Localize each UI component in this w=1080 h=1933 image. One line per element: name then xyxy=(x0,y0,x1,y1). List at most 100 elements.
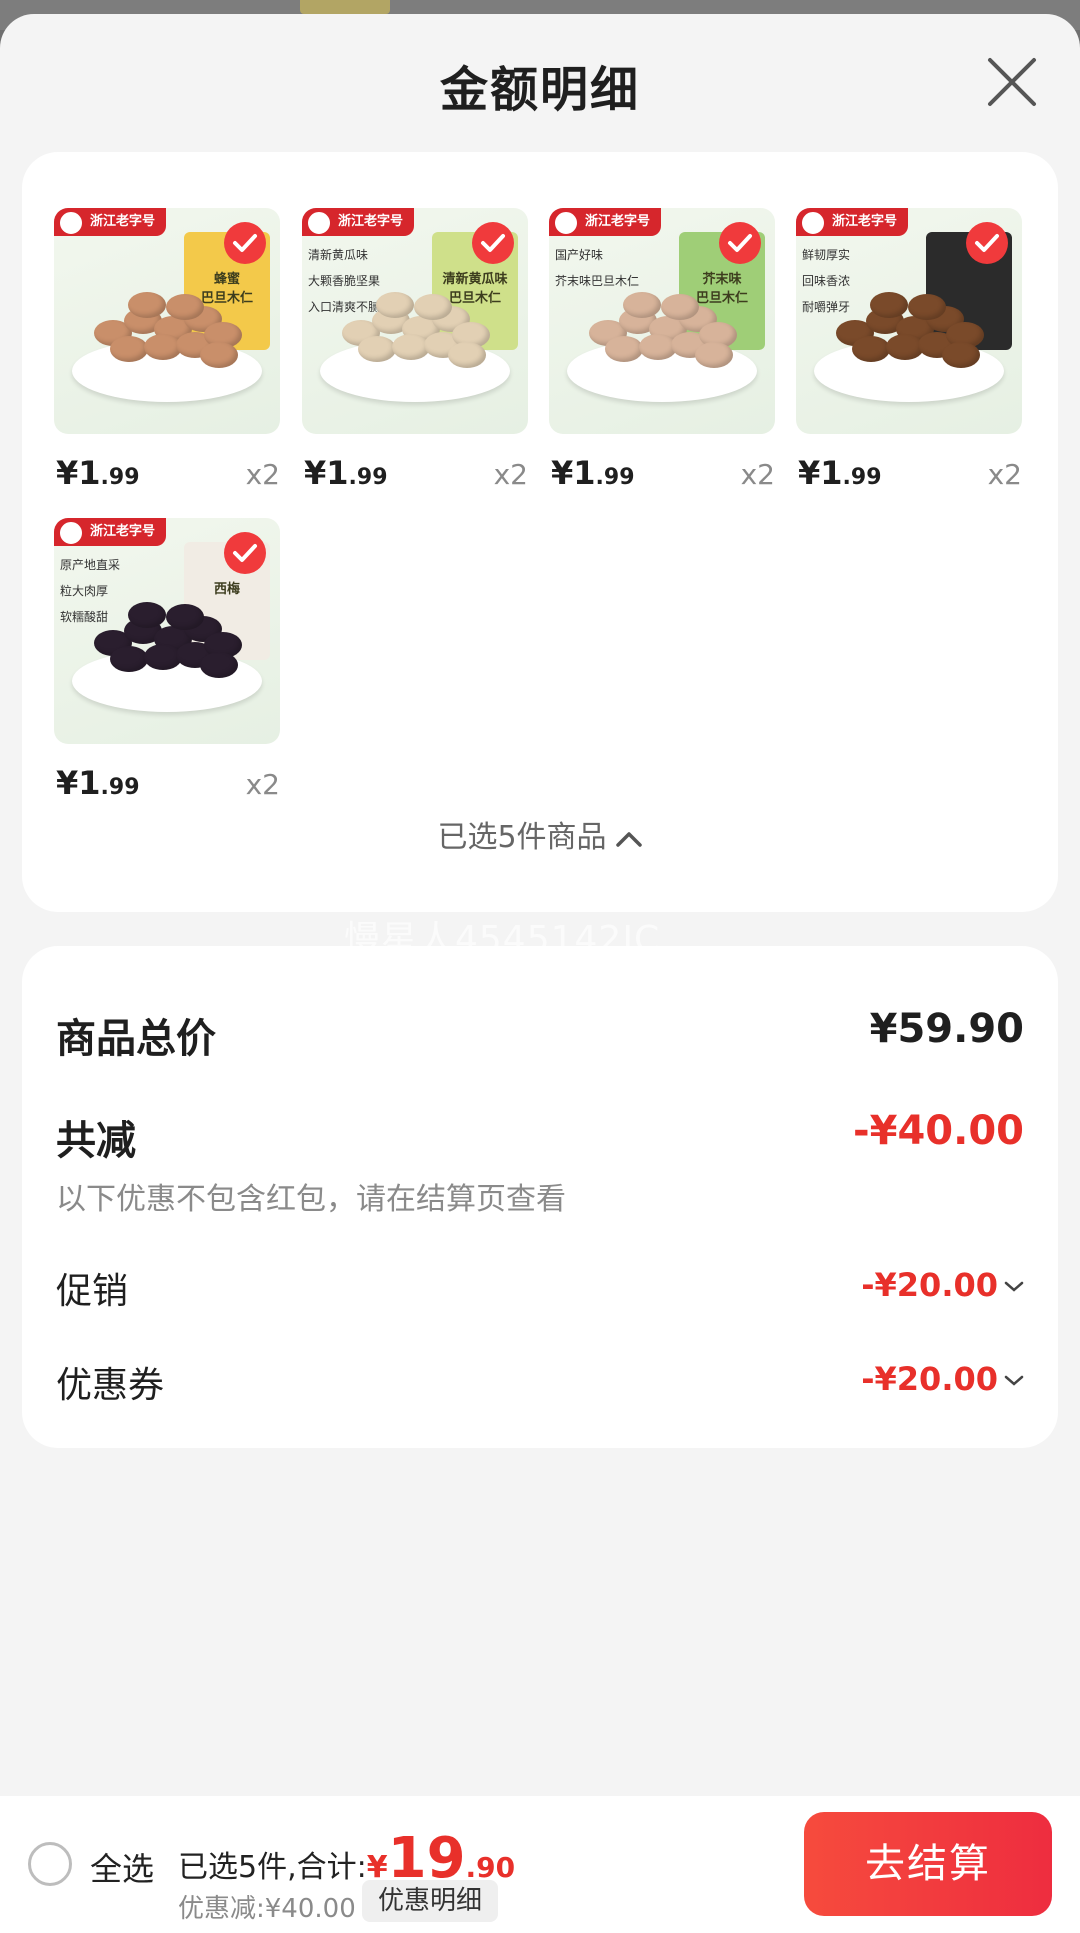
product-food-piece xyxy=(110,336,148,362)
product-price: ¥1.99 xyxy=(56,764,140,802)
coupon-row[interactable]: 优惠券 -¥20.00 xyxy=(56,1356,1024,1408)
product-feature-tag: 芥末味巴旦木仁 xyxy=(555,274,640,288)
brand-logo-icon xyxy=(306,210,332,236)
price-decimal: .99 xyxy=(100,465,140,490)
background-product-peek xyxy=(300,0,390,14)
amount-detail-sheet: 金额明细 浙江老字号 蜂蜜 巴旦木仁 ¥1.99 x2 浙江老字号 清新黄瓜味 巴旦木仁清… xyxy=(0,14,1080,1933)
product-food-piece xyxy=(623,292,661,318)
reduction-note: 以下优惠不包含红包，请在结算页查看 xyxy=(56,1182,566,1217)
product-feature-tag: 原产地直采 xyxy=(60,558,121,572)
product-price: ¥1.99 xyxy=(551,454,635,492)
product-food-piece xyxy=(110,646,148,672)
price-integer: ¥1 xyxy=(56,764,101,802)
discount-detail-button[interactable]: 优惠明细 xyxy=(362,1880,499,1922)
checkmark-icon[interactable] xyxy=(472,222,514,264)
chevron-down-icon xyxy=(1004,1281,1024,1292)
product-feature-tag: 大颗香脆坚果 xyxy=(308,274,381,288)
checkmark-icon[interactable] xyxy=(224,532,266,574)
product-quantity: x2 xyxy=(987,458,1022,491)
product-quantity: x2 xyxy=(245,768,280,801)
product-item[interactable]: 浙江老字号 鲜韧厚实 回味香浓 耐嚼弹牙 ¥1.99 x2 xyxy=(796,208,1022,498)
product-food-piece xyxy=(200,652,238,678)
coupon-label: 优惠券 xyxy=(56,1365,165,1406)
product-image: 浙江老字号 鲜韧厚实 回味香浓 耐嚼弹牙 xyxy=(796,208,1022,434)
brand-logo-icon xyxy=(800,210,826,236)
product-item[interactable]: 浙江老字号 芥末味 巴旦木仁 国产好味 芥末味巴旦木仁 ¥1.99 x2 xyxy=(549,208,775,498)
brand-logo-icon xyxy=(58,520,84,546)
product-food-piece xyxy=(200,342,238,368)
product-food-piece xyxy=(128,602,166,628)
checkout-bar: 全选 已选5件,合计:¥19.90 优惠减:¥40.00 优惠明细 去结算 xyxy=(0,1796,1080,1933)
checkout-button[interactable]: 去结算 xyxy=(804,1812,1052,1916)
brand-logo-icon xyxy=(58,210,84,236)
brand-logo-icon xyxy=(553,210,579,236)
promotion-label: 促销 xyxy=(56,1271,129,1312)
product-food-piece xyxy=(908,294,946,320)
product-image: 浙江老字号 清新黄瓜味 巴旦木仁 清新黄瓜味 大颗香脆坚果 入口清爽不腻 xyxy=(302,208,528,434)
price-decimal: .99 xyxy=(595,465,635,490)
price-integer: ¥1 xyxy=(551,454,596,492)
total-reduction-value: -¥40.00 xyxy=(853,1108,1024,1154)
selected-items-label: 已选5件商品 xyxy=(437,820,607,855)
product-item[interactable]: 浙江老字号 蜂蜜 巴旦木仁 ¥1.99 x2 xyxy=(54,208,280,498)
promotion-amount: -¥20.00 xyxy=(861,1266,998,1304)
product-food-piece xyxy=(605,336,643,362)
product-quantity: x2 xyxy=(740,458,775,491)
coupon-value[interactable]: -¥20.00 xyxy=(861,1360,1024,1398)
product-feature-tag: 清新黄瓜味 xyxy=(308,248,369,262)
chevron-down-icon xyxy=(1004,1375,1024,1386)
total-prefix: 已选5件,合计: xyxy=(178,1850,367,1885)
product-food-piece xyxy=(128,292,166,318)
coupon-amount: -¥20.00 xyxy=(861,1360,998,1398)
product-food-piece xyxy=(166,294,204,320)
price-summary-card: 商品总价 ¥59.90 共减 -¥40.00 以下优惠不包含红包，请在结算页查看… xyxy=(22,946,1058,1448)
product-food-piece xyxy=(448,342,486,368)
price-integer: ¥1 xyxy=(56,454,101,492)
product-food-piece xyxy=(661,294,699,320)
total-reduction-row: 共减 -¥40.00 xyxy=(56,1108,1024,1166)
price-decimal: .99 xyxy=(100,775,140,800)
product-item[interactable]: 浙江老字号 西梅 原产地直采 粒大肉厚 软糯酸甜 ¥1.99 x2 xyxy=(54,518,280,808)
promotion-row[interactable]: 促销 -¥20.00 xyxy=(56,1262,1024,1314)
checkmark-icon[interactable] xyxy=(719,222,761,264)
product-food-piece xyxy=(852,336,890,362)
total-reduction-label: 共减 xyxy=(56,1118,136,1164)
product-feature-tag: 鲜韧厚实 xyxy=(802,248,851,262)
sheet-title: 金额明细 xyxy=(439,62,640,118)
checkmark-icon[interactable] xyxy=(224,222,266,264)
checkmark-icon[interactable] xyxy=(966,222,1008,264)
product-price: ¥1.99 xyxy=(304,454,388,492)
product-feature-tag: 耐嚼弹牙 xyxy=(802,300,851,314)
product-item[interactable]: 浙江老字号 清新黄瓜味 巴旦木仁 清新黄瓜味 大颗香脆坚果 入口清爽不腻 ¥1.99 x2 xyxy=(302,208,528,498)
close-button[interactable] xyxy=(984,54,1040,110)
product-food-piece xyxy=(414,294,452,320)
product-price: ¥1.99 xyxy=(56,454,140,492)
product-image: 浙江老字号 蜂蜜 巴旦木仁 xyxy=(54,208,280,434)
goods-total-row: 商品总价 ¥59.90 xyxy=(56,1006,1024,1064)
product-image: 浙江老字号 芥末味 巴旦木仁 国产好味 芥末味巴旦木仁 xyxy=(549,208,775,434)
goods-total-value: ¥59.90 xyxy=(869,1006,1024,1052)
product-image: 浙江老字号 西梅 原产地直采 粒大肉厚 软糯酸甜 xyxy=(54,518,280,744)
select-all-radio[interactable] xyxy=(28,1842,72,1886)
close-icon xyxy=(988,58,1036,106)
product-quantity: x2 xyxy=(245,458,280,491)
chevron-up-icon xyxy=(615,831,642,847)
product-food-piece xyxy=(166,604,204,630)
product-feature-tag: 粒大肉厚 xyxy=(60,584,109,598)
product-feature-tag: 国产好味 xyxy=(555,248,604,262)
discount-amount: 优惠减:¥40.00 xyxy=(178,1894,356,1924)
select-all-label[interactable]: 全选 xyxy=(90,1844,154,1890)
product-food-piece xyxy=(695,342,733,368)
promotion-value[interactable]: -¥20.00 xyxy=(861,1266,1024,1304)
reduction-note-row: 以下优惠不包含红包，请在结算页查看 xyxy=(56,1174,1024,1218)
price-integer: ¥1 xyxy=(304,454,349,492)
package-label: 西梅 xyxy=(213,582,240,597)
product-price: ¥1.99 xyxy=(798,454,882,492)
product-feature-tag: 入口清爽不腻 xyxy=(308,300,381,314)
selected-items-toggle[interactable]: 已选5件商品 xyxy=(22,812,1058,856)
product-food-piece xyxy=(358,336,396,362)
product-feature-tag: 回味香浓 xyxy=(802,274,851,288)
price-decimal: .99 xyxy=(842,465,882,490)
product-feature-tag: 软糯酸甜 xyxy=(60,610,109,624)
product-food-piece xyxy=(942,342,980,368)
